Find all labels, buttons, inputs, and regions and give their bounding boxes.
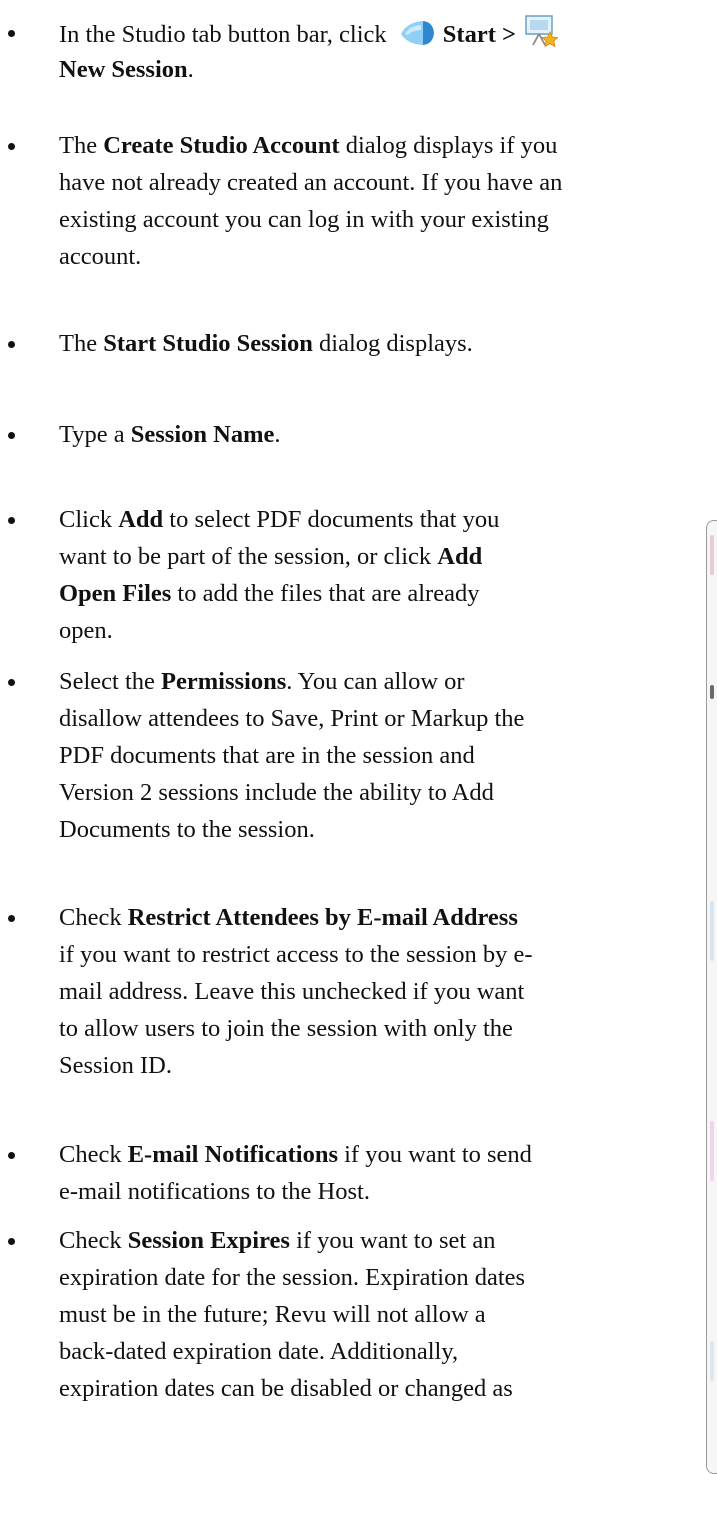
new-session-icon[interactable]: [522, 14, 559, 59]
step-text-line: Click Add to select PDF documents that y…: [59, 501, 499, 538]
step-text-line: PDF documents that are in the session an…: [59, 737, 475, 774]
bullet-icon: [8, 1238, 15, 1245]
body-text: to select PDF documents that you: [163, 506, 500, 533]
step-text-line: Version 2 sessions include the ability t…: [59, 774, 494, 811]
body-text: Select the: [59, 668, 162, 695]
step-text-line: Open Files to add the files that are alr…: [59, 575, 479, 612]
body-text: if you want to restrict access to the se…: [59, 941, 533, 968]
body-text: e-mail notifications to the Host.: [59, 1178, 370, 1205]
ui-term: New Session: [59, 56, 188, 83]
step-text-line: expiration date for the session. Expirat…: [59, 1259, 525, 1296]
step-text-line: Session ID.: [59, 1047, 172, 1084]
studio-start-icon[interactable]: [399, 18, 437, 59]
step-text-line: disallow attendees to Save, Print or Mar…: [59, 700, 524, 737]
body-text: must be in the future; Revu will not all…: [59, 1301, 486, 1328]
bullet-icon: [8, 341, 15, 348]
body-text: Session ID.: [59, 1052, 172, 1079]
bullet-icon: [8, 517, 15, 524]
step-text-line: existing account you can log in with you…: [59, 201, 549, 238]
step-text-line: Type a Session Name.: [59, 416, 281, 453]
ui-term: Add: [437, 543, 483, 570]
body-text: open.: [59, 617, 113, 644]
body-text: Check: [59, 1227, 128, 1254]
body-text: want to be part of the session, or click: [59, 543, 438, 570]
step-text-line: Documents to the session.: [59, 811, 315, 848]
body-text: account.: [59, 243, 142, 270]
body-text: Check: [59, 904, 128, 931]
body-text: The: [59, 132, 104, 159]
step-text-line: back-dated expiration date. Additionally…: [59, 1333, 458, 1370]
body-text: Version 2 sessions include the ability t…: [59, 779, 494, 806]
step-text-line: to allow users to join the session with …: [59, 1010, 513, 1047]
ui-term: Restrict Attendees by E-mail Address: [127, 904, 518, 931]
ui-term: Permissions: [161, 668, 287, 695]
ui-term: Start Studio Session: [103, 330, 313, 357]
bullet-icon: [8, 143, 15, 150]
body-text: Type a: [59, 421, 131, 448]
body-text: back-dated expiration date. Additionally…: [59, 1338, 459, 1365]
step-text-line: if you want to restrict access to the se…: [59, 936, 533, 973]
step-text-line: Check Session Expires if you want to set…: [59, 1222, 495, 1259]
body-text: Click: [59, 506, 119, 533]
body-text: to allow users to join the session with …: [59, 1015, 513, 1042]
body-text: The: [59, 330, 104, 357]
ui-term: Start >: [442, 21, 516, 48]
body-text: if you want to send: [338, 1141, 532, 1168]
ui-term: Session Name: [130, 421, 275, 448]
bullet-icon: [8, 30, 15, 37]
body-text: mail address. Leave this unchecked if yo…: [59, 978, 525, 1005]
ui-term: Open Files: [59, 580, 172, 607]
body-text: if you want to set an: [289, 1227, 496, 1254]
body-text: existing account you can log in with you…: [59, 206, 549, 233]
bullet-icon: [8, 1152, 15, 1159]
dialog-screenshot-edge: [706, 520, 717, 1474]
ui-term: Create Studio Account: [103, 132, 340, 159]
body-text: .: [187, 56, 194, 83]
body-text: PDF documents that are in the session an…: [59, 742, 475, 769]
step-text-line: open.: [59, 612, 113, 649]
step-text-line: account.: [59, 238, 141, 275]
body-text: Documents to the session.: [59, 816, 315, 843]
ui-term: Add: [118, 506, 164, 533]
step-text-line: want to be part of the session, or click…: [59, 538, 482, 575]
body-text: .: [274, 421, 281, 448]
body-text: . You can allow or: [286, 668, 465, 695]
bullet-icon: [8, 679, 15, 686]
step-text-line: Select the Permissions. You can allow or: [59, 663, 465, 700]
step-text-line: mail address. Leave this unchecked if yo…: [59, 973, 524, 1010]
body-text: disallow attendees to Save, Print or Mar…: [59, 705, 525, 732]
ui-term: Session Expires: [127, 1227, 290, 1254]
bullet-icon: [8, 915, 15, 922]
bullet-icon: [8, 432, 15, 439]
body-text: expiration date for the session. Expirat…: [59, 1264, 526, 1291]
step-text-line: have not already created an account. If …: [59, 164, 562, 201]
step-text-line: The Create Studio Account dialog display…: [59, 127, 557, 164]
body-text: dialog displays.: [312, 330, 473, 357]
body-text: have not already created an account. If …: [59, 169, 563, 196]
step-text-line: New Session.: [59, 51, 194, 88]
step-text-line: must be in the future; Revu will not all…: [59, 1296, 486, 1333]
body-text: to add the files that are already: [171, 580, 480, 607]
step-text-line: Check E-mail Notifications if you want t…: [59, 1136, 532, 1173]
step-text-line: e-mail notifications to the Host.: [59, 1173, 370, 1210]
body-text: dialog displays if you: [339, 132, 558, 159]
ui-term: E-mail Notifications: [127, 1141, 338, 1168]
step-text-line: The Start Studio Session dialog displays…: [59, 325, 473, 362]
body-text: In the Studio tab button bar, click: [59, 21, 393, 48]
step-text-line: expiration dates can be disabled or chan…: [59, 1370, 513, 1407]
step-text-line: Check Restrict Attendees by E-mail Addre…: [59, 899, 518, 936]
body-text: Check: [59, 1141, 128, 1168]
body-text: expiration dates can be disabled or chan…: [59, 1375, 513, 1402]
